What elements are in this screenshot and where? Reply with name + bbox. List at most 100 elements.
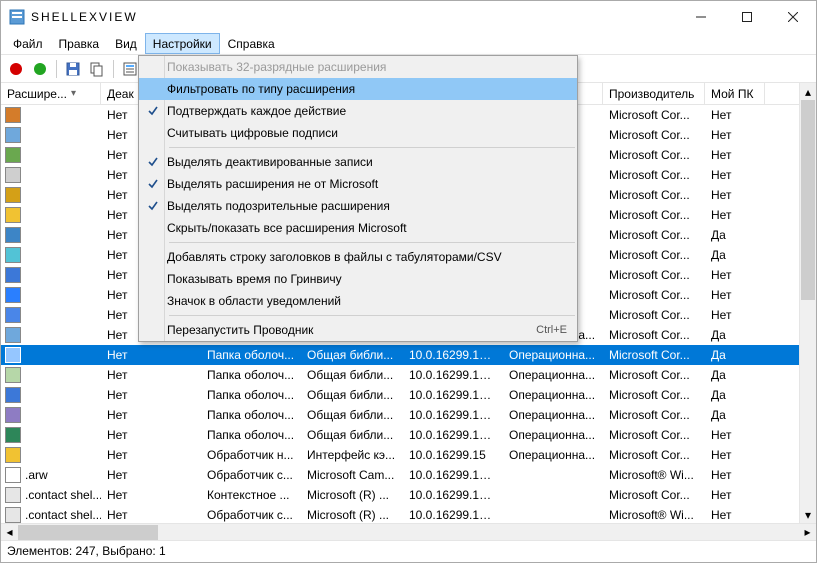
scroll-down-icon[interactable]: ▾ [800,506,816,523]
menu-item-label: Значок в области уведомлений [167,294,567,308]
table-cell: 10.0.16299.15 [403,448,503,462]
col-my-pc[interactable]: Мой ПК [705,83,765,104]
close-button[interactable] [770,1,816,33]
file-icon [5,227,21,243]
menu-item[interactable]: Показывать время по Гринвичу [139,268,577,290]
table-row[interactable]: НетПапка оболоч...Общая библи...10.0.162… [1,345,816,365]
table-row[interactable]: НетОбработчик н...Интерфейс кэ...10.0.16… [1,445,816,465]
menu-help[interactable]: Справка [220,33,283,54]
table-cell: Нет [705,268,765,282]
window-controls [678,1,816,33]
table-cell: Нет [705,168,765,182]
scroll-left-icon[interactable]: ◂ [1,524,18,541]
menu-item-label: Скрыть/показать все расширения Microsoft [167,221,567,235]
minimize-button[interactable] [678,1,724,33]
toolbar-green-dot[interactable] [29,58,51,80]
table-cell: .contact shel... [1,487,101,503]
table-cell: Microsoft Cor... [603,368,705,382]
menu-item[interactable]: Выделять деактивированные записи [139,151,577,173]
table-cell: Microsoft Cor... [603,428,705,442]
file-icon [5,107,21,123]
table-cell: Нет [101,448,201,462]
table-cell [1,267,101,283]
menu-item[interactable]: Значок в области уведомлений [139,290,577,312]
file-icon [5,147,21,163]
menu-file[interactable]: Файл [5,33,51,54]
table-cell [1,307,101,323]
table-row[interactable]: НетПапка оболоч...Общая библи...10.0.162… [1,425,816,445]
table-row[interactable]: .arwНетОбработчик с...Microsoft Cam...10… [1,465,816,485]
scroll-thumb[interactable] [18,525,158,540]
horizontal-scrollbar[interactable]: ◂ ▸ [1,523,816,540]
file-icon [5,287,21,303]
table-cell: Нет [705,428,765,442]
table-row[interactable]: .contact shel...НетКонтекстное ...Micros… [1,485,816,505]
table-cell: Нет [705,148,765,162]
table-cell: Папка оболоч... [201,428,301,442]
table-row[interactable]: НетПапка оболоч...Общая библи...10.0.162… [1,365,816,385]
vertical-scrollbar[interactable]: ▴ ▾ [799,83,816,523]
table-cell [1,247,101,263]
app-window: SHELLEXVIEW Файл Правка Вид Настройки Сп… [0,0,817,563]
menu-accelerator: Ctrl+E [536,324,567,336]
table-cell: Обработчик с... [201,508,301,522]
table-cell [1,227,101,243]
table-cell: Операционна... [503,448,603,462]
table-cell: Нет [705,308,765,322]
menu-item-label: Выделять расширения не от Microsoft [167,177,567,191]
toolbar-sep [113,60,114,78]
table-row[interactable]: .contact shel...НетОбработчик с...Micros… [1,505,816,523]
table-cell: Microsoft Cor... [603,348,705,362]
menu-item[interactable]: Считывать цифровые подписи [139,122,577,144]
menu-item-label: Подтверждать каждое действие [167,104,567,118]
col-extension[interactable]: Расшире...▾ [1,83,101,104]
save-icon[interactable] [62,58,84,80]
check-icon [139,156,167,168]
check-icon [139,200,167,212]
file-icon [5,127,21,143]
scroll-thumb[interactable] [801,100,815,300]
menu-item[interactable]: Подтверждать каждое действие [139,100,577,122]
table-cell: Нет [705,108,765,122]
menu-item[interactable]: Фильтровать по типу расширения [139,78,577,100]
menu-settings[interactable]: Настройки [145,33,220,54]
scroll-right-icon[interactable]: ▸ [799,524,816,541]
table-cell: Нет [101,388,201,402]
table-cell: Нет [705,508,765,522]
copy-icon[interactable] [86,58,108,80]
file-icon [5,247,21,263]
menu-item[interactable]: Выделять расширения не от Microsoft [139,173,577,195]
table-cell: .arw [1,467,101,483]
table-cell: Да [705,368,765,382]
file-icon [5,447,21,463]
table-cell: Да [705,408,765,422]
table-cell: Microsoft Cor... [603,168,705,182]
menu-item[interactable]: Скрыть/показать все расширения Microsoft [139,217,577,239]
menu-item[interactable]: Перезапустить ПроводникCtrl+E [139,319,577,341]
file-icon [5,507,21,523]
menu-item[interactable]: Выделять подозрительные расширения [139,195,577,217]
table-cell: Нет [705,188,765,202]
table-cell: Общая библи... [301,428,403,442]
settings-dropdown: Показывать 32-разрядные расширенияФильтр… [138,55,578,342]
toolbar-red-dot[interactable] [5,58,27,80]
menu-item-label: Считывать цифровые подписи [167,126,567,140]
maximize-button[interactable] [724,1,770,33]
table-cell: Папка оболоч... [201,388,301,402]
file-icon [5,367,21,383]
menu-view[interactable]: Вид [107,33,145,54]
table-row[interactable]: НетПапка оболоч...Общая библи...10.0.162… [1,385,816,405]
menu-item[interactable]: Добавлять строку заголовков в файлы с та… [139,246,577,268]
file-icon [5,207,21,223]
table-cell: Нет [101,348,201,362]
menu-item-label: Фильтровать по типу расширения [167,82,567,96]
table-cell: Microsoft® Wi... [603,468,705,482]
table-row[interactable]: НетПапка оболоч...Общая библи...10.0.162… [1,405,816,425]
table-cell [1,127,101,143]
table-cell: Microsoft Cor... [603,328,705,342]
table-cell: 10.0.16299.15 (... [403,488,503,502]
scroll-up-icon[interactable]: ▴ [800,83,816,100]
menu-edit[interactable]: Правка [51,33,108,54]
col-manufacturer[interactable]: Производитель [603,83,705,104]
status-bar: Элементов: 247, Выбрано: 1 [1,540,816,562]
